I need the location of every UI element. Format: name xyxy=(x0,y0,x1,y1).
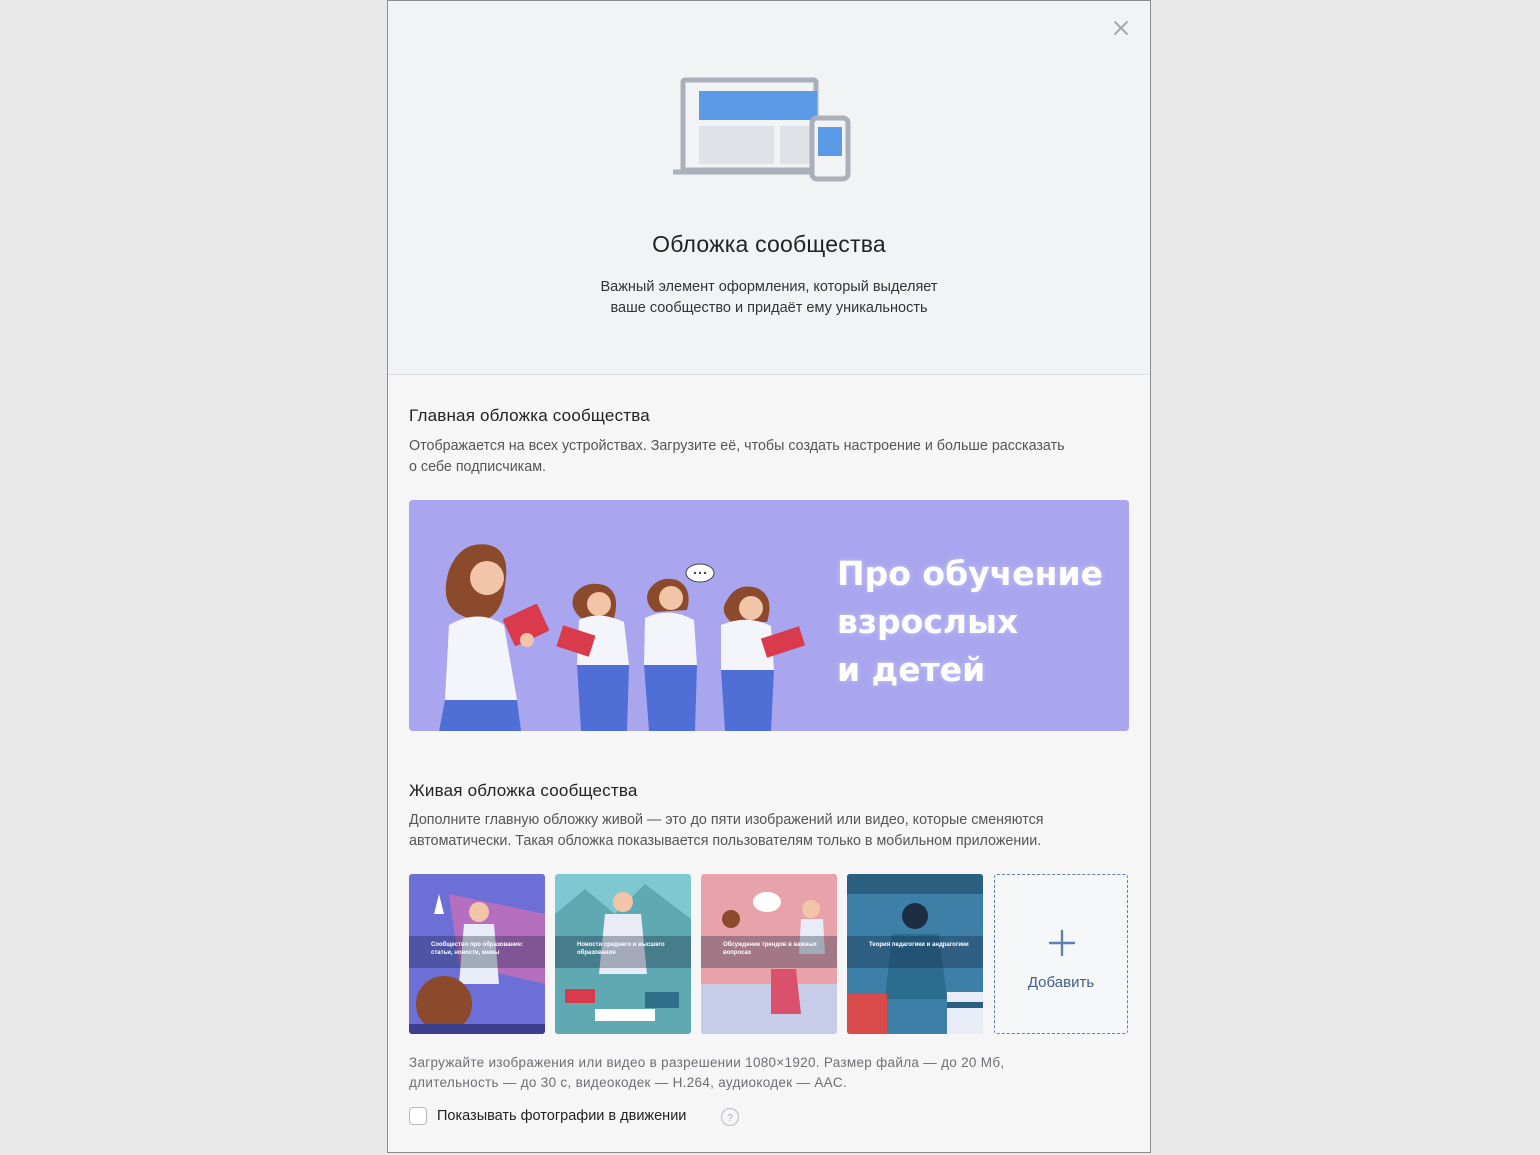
close-button[interactable] xyxy=(1110,17,1132,39)
live-cover-thumbnails: Сообщество про образование: статьи, ново… xyxy=(409,874,1129,1034)
main-cover-desc-line: о себе подписчикам. xyxy=(409,459,547,475)
dialog-subtitle-line: ваше сообщество и придаёт ему уникальнос… xyxy=(610,300,928,316)
cover-heading-line: Про обучение xyxy=(837,554,1103,593)
thumbnail-caption: Сообщество про образование: статьи, ново… xyxy=(409,936,545,968)
live-cover-thumbnail[interactable]: Новости среднего и высшего образования xyxy=(555,874,691,1034)
live-cover-thumbnail[interactable]: Теория педагогики и андрагогики xyxy=(847,874,983,1034)
thumbnail-caption: Обсуждение трендов в важных вопросах xyxy=(701,936,837,968)
thumbnail-caption: Теория педагогики и андрагогики xyxy=(847,936,983,968)
question-icon[interactable]: ? xyxy=(720,1107,740,1127)
live-cover-description: Дополните главную обложку живой — это до… xyxy=(409,810,1129,852)
motion-checkbox[interactable] xyxy=(409,1107,427,1125)
cover-heading-line: взрослых xyxy=(837,602,1019,641)
plus-icon xyxy=(1048,929,1076,957)
close-icon xyxy=(1114,21,1128,35)
live-cover-title: Живая обложка сообщества xyxy=(409,781,638,800)
upload-requirements-hint: Загружайте изображения или видео в разре… xyxy=(409,1053,1129,1093)
main-cover-image[interactable]: Про обучение взрослых и детей xyxy=(409,500,1129,731)
dialog-subtitle: Важный элемент оформления, который выдел… xyxy=(538,277,1000,319)
cover-heading-line: и детей xyxy=(837,650,986,689)
upload-hint-line: длительность — до 30 с, видеокодек — H.2… xyxy=(409,1075,848,1090)
dialog-title: Обложка сообщества xyxy=(652,231,886,257)
thumbnail-caption: Новости среднего и высшего образования xyxy=(555,936,691,968)
cover-heading: Про обучение взрослых и детей xyxy=(837,550,1127,694)
upload-hint-line: Загружайте изображения или видео в разре… xyxy=(409,1055,1005,1070)
live-cover-desc-line: Дополните главную обложку живой — это до… xyxy=(409,812,1044,828)
cover-settings-dialog: Обложка сообщества Важный элемент оформл… xyxy=(387,0,1151,1153)
add-live-cover-button[interactable]: Добавить xyxy=(994,874,1128,1034)
dialog-subtitle-line: Важный элемент оформления, который выдел… xyxy=(600,279,938,295)
live-cover-desc-line: автоматически. Такая обложка показываетс… xyxy=(409,833,1042,849)
svg-text:?: ? xyxy=(727,1113,733,1124)
main-cover-desc-line: Отображается на всех устройствах. Загруз… xyxy=(409,438,1065,454)
live-cover-thumbnail[interactable]: Обсуждение трендов в важных вопросах xyxy=(701,874,837,1034)
devices-icon xyxy=(673,77,851,182)
main-cover-description: Отображается на всех устройствах. Загруз… xyxy=(409,436,1129,478)
motion-checkbox-label[interactable]: Показывать фотографии в движении xyxy=(437,1108,686,1124)
dialog-header: Обложка сообщества Важный элемент оформл… xyxy=(388,1,1150,375)
live-cover-thumbnail[interactable]: Сообщество про образование: статьи, ново… xyxy=(409,874,545,1034)
add-live-cover-label: Добавить xyxy=(1027,974,1095,991)
main-cover-title: Главная обложка сообщества xyxy=(409,406,650,425)
